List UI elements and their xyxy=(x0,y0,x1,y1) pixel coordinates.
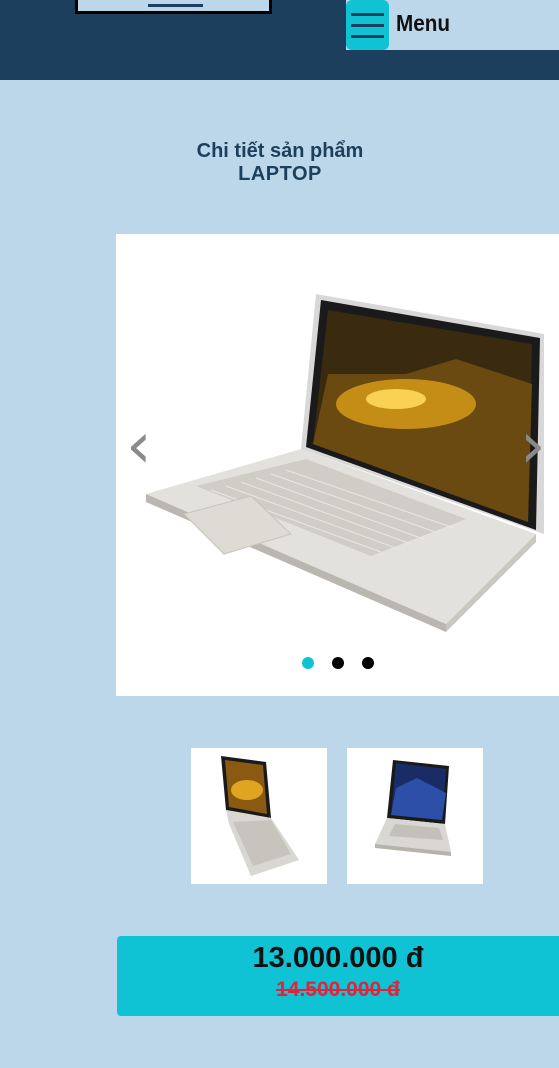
logo[interactable] xyxy=(75,0,272,14)
laptop-thumbnail-image xyxy=(375,760,451,856)
site-header: Menu xyxy=(0,0,559,80)
carousel-next-icon[interactable]: › xyxy=(520,414,546,478)
carousel-dot-2[interactable] xyxy=(332,657,344,669)
product-image-carousel[interactable]: ‹ › xyxy=(116,234,559,696)
logo-bar xyxy=(148,4,203,7)
product-category-title: LAPTOP xyxy=(238,163,322,185)
product-thumbnail-2[interactable] xyxy=(347,748,483,884)
hamburger-line xyxy=(351,12,384,16)
page-title: Chi tiết sản phẩm LAPTOP xyxy=(180,140,380,186)
price-box: 13.000.000 đ 14.500.000 đ xyxy=(117,936,559,1016)
carousel-dot-3[interactable] xyxy=(362,657,374,669)
carousel-indicators xyxy=(302,657,374,669)
carousel-prev-icon[interactable]: ‹ xyxy=(126,414,152,478)
laptop-main-image xyxy=(146,294,544,632)
product-thumbnail-1[interactable] xyxy=(191,748,327,884)
hamburger-line xyxy=(351,23,384,27)
current-price: 13.000.000 đ xyxy=(252,942,424,974)
hamburger-line xyxy=(351,34,384,38)
hamburger-menu-icon[interactable] xyxy=(346,0,389,50)
product-detail-subtitle: Chi tiết sản phẩm xyxy=(196,140,364,162)
carousel-dot-1[interactable] xyxy=(302,657,314,669)
laptop-thumbnail-image xyxy=(221,756,299,876)
menu-label[interactable]: Menu xyxy=(396,10,450,37)
original-price: 14.500.000 đ xyxy=(276,978,400,1001)
